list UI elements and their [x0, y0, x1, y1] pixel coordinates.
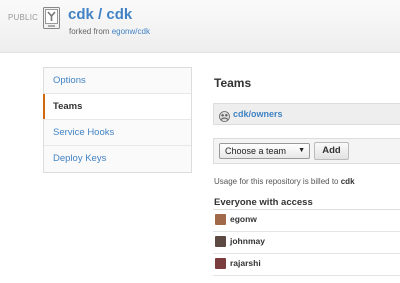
sidebar-item-teams[interactable]: Teams: [43, 94, 191, 120]
billing-note-text: Usage for this repository is billed to: [214, 177, 339, 186]
team-icon: [219, 109, 230, 122]
forked-from: forked from egonw/cdk: [69, 27, 150, 36]
sidebar-item-deploy-keys[interactable]: Deploy Keys: [44, 146, 191, 172]
repo-title-separator: /: [98, 6, 103, 23]
avatar: [215, 236, 226, 247]
avatar: [215, 258, 226, 269]
billing-owner: cdk: [340, 177, 355, 186]
dropdown-arrow-icon: ▼: [298, 147, 305, 154]
member-name[interactable]: egonw: [230, 214, 257, 224]
member-name[interactable]: rajarshi: [230, 258, 261, 268]
access-list: egonw johnmay rajarshi: [213, 209, 400, 276]
team-select[interactable]: Choose a team ▼: [219, 143, 310, 159]
add-team-button[interactable]: Add: [314, 142, 349, 160]
repo-owner-link[interactable]: cdk: [68, 6, 94, 23]
sidebar-item-options[interactable]: Options: [44, 68, 191, 94]
avatar: [215, 214, 226, 225]
repo-title: cdk / cdk: [68, 6, 132, 23]
add-team-form: Choose a team ▼ Add: [213, 138, 400, 164]
list-item: egonw: [213, 210, 400, 232]
sidebar-item-service-hooks[interactable]: Service Hooks: [44, 120, 191, 146]
forked-from-label: forked from: [69, 27, 110, 36]
team-select-value: Choose a team: [225, 146, 287, 156]
repo-header: PUBLIC cdk / cdk forked from egonw/cdk: [0, 0, 400, 53]
access-heading: Everyone with access: [214, 197, 313, 208]
team-row: cdk/owners: [213, 103, 400, 125]
repo-fork-icon: [43, 7, 60, 29]
team-link[interactable]: cdk/owners: [233, 109, 283, 119]
list-item: johnmay: [213, 232, 400, 254]
settings-sidebar: Options Teams Service Hooks Deploy Keys: [43, 67, 192, 173]
list-item: rajarshi: [213, 254, 400, 276]
page-title: Teams: [214, 76, 252, 90]
billing-note: Usage for this repository is billed to c…: [214, 177, 355, 186]
repo-name-link[interactable]: cdk: [106, 6, 132, 23]
member-name[interactable]: johnmay: [230, 236, 265, 246]
visibility-label: PUBLIC: [8, 13, 39, 22]
forked-source-link[interactable]: egonw/cdk: [112, 27, 150, 36]
